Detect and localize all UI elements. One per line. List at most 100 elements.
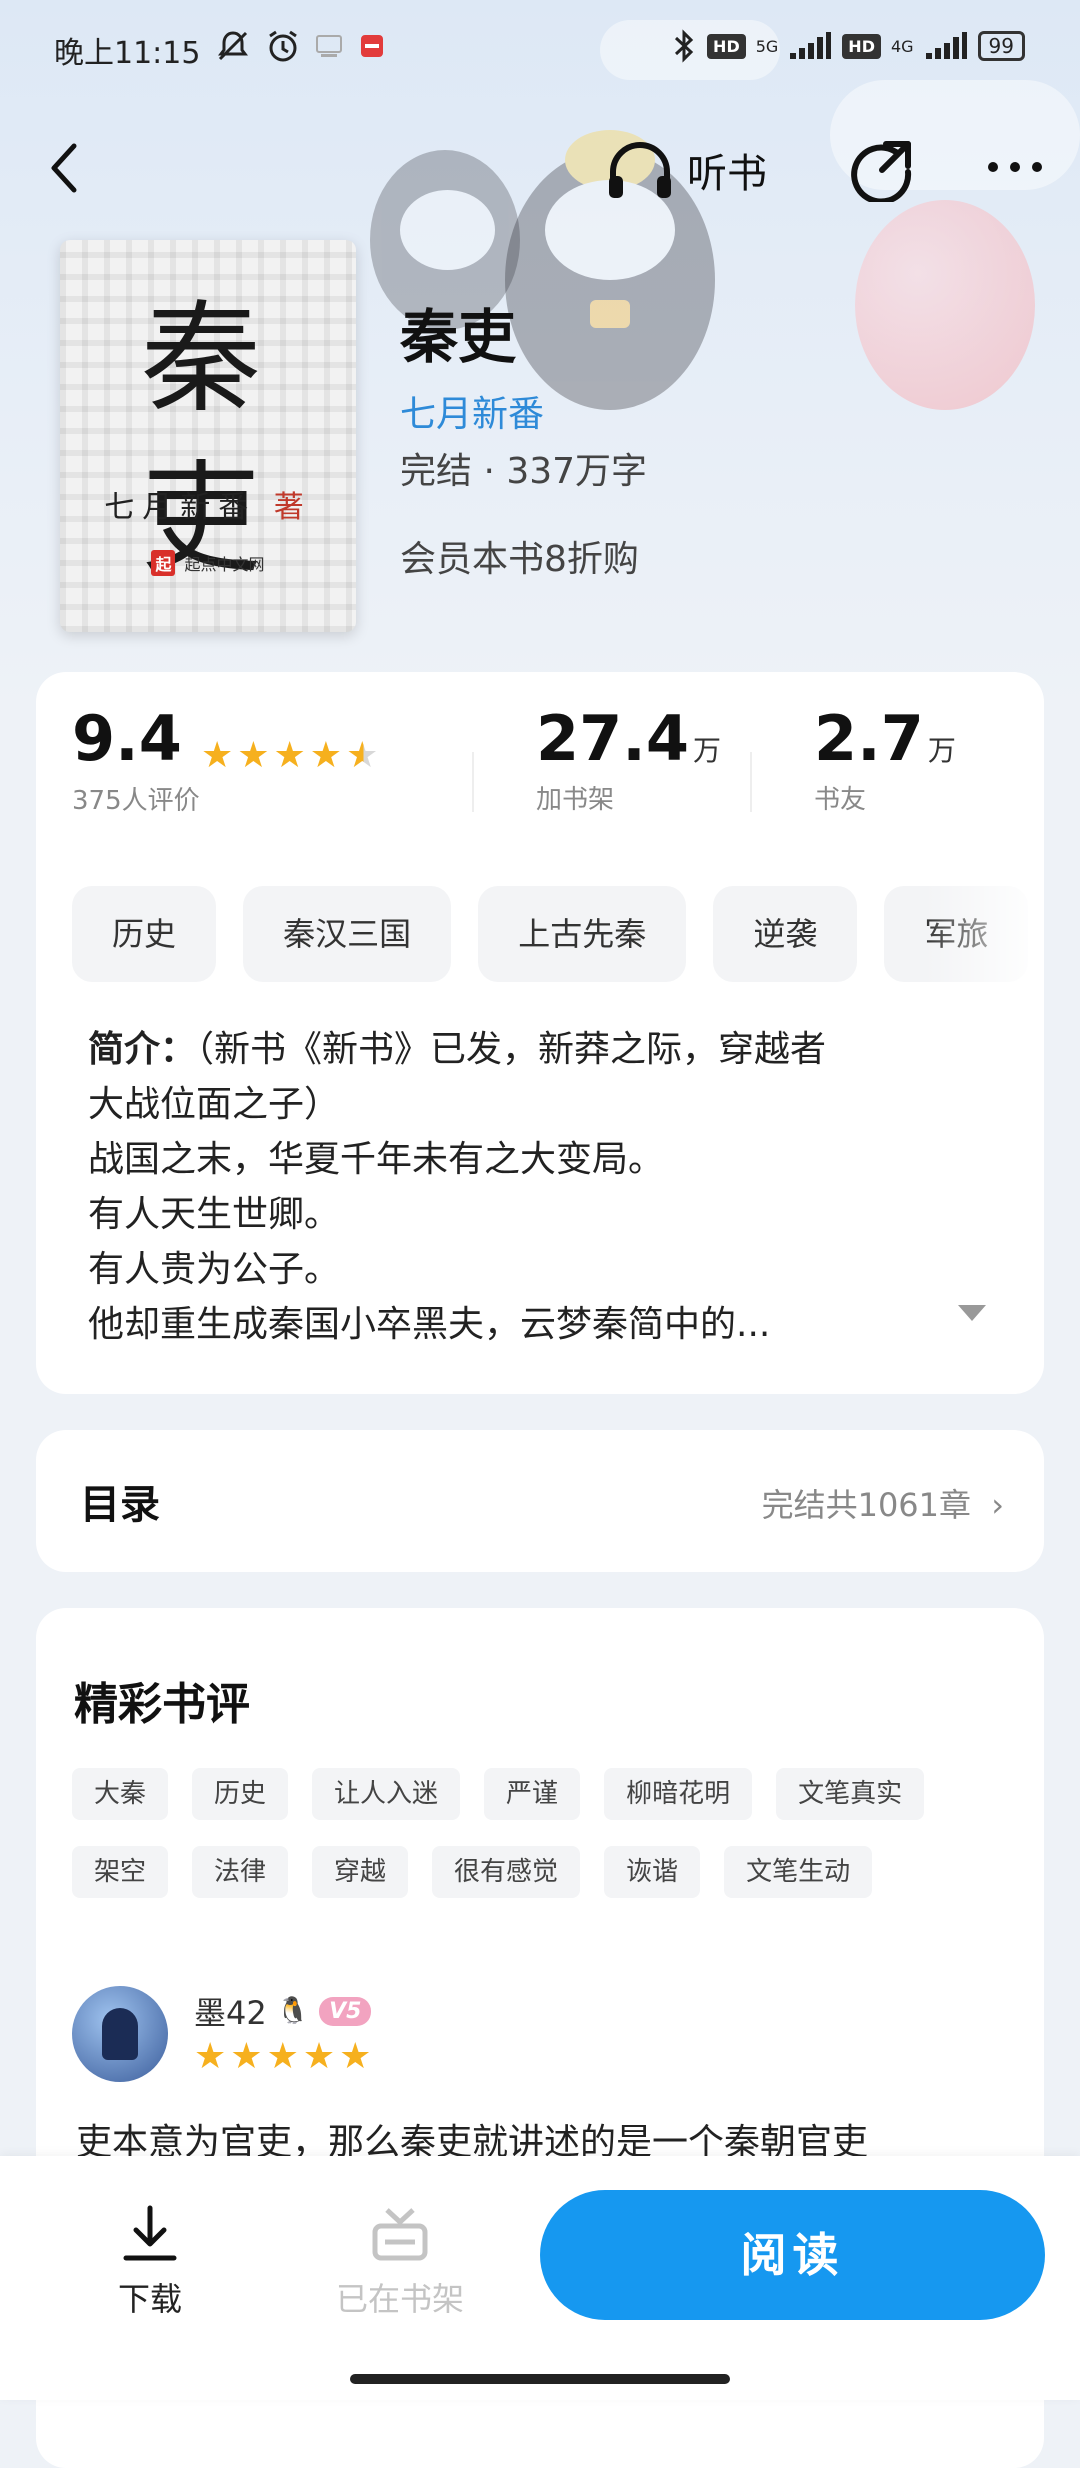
cover-author-name: 七月新番 [104, 490, 257, 525]
genre-tags: 历史 秦汉三国 上古先秦 逆袭 军旅 [72, 886, 1044, 982]
rating-stat[interactable]: 9.4 ★ ★ ★ ★ ★ 375人评价 [72, 702, 378, 817]
shelf-count: 27.4 [536, 702, 689, 775]
vip-level-badge: V5 [319, 1996, 372, 2026]
intro-line: 有人贵为公子。 [88, 1249, 341, 1290]
toc-card[interactable]: 目录 完结共1061章 › [36, 1430, 1044, 1572]
rating-count: 375人评价 [72, 786, 200, 816]
more-options-icon[interactable] [985, 152, 1045, 182]
stats-divider [472, 752, 474, 812]
rating-stars: ★ ★ ★ ★ ★ [201, 735, 378, 776]
share-icon[interactable] [850, 138, 914, 202]
listen-button[interactable]: 听书 [605, 135, 767, 205]
star-icon: ★ [237, 735, 270, 776]
penguin-badge-icon: 🐧 [276, 1996, 310, 2026]
status-right-icons: HD 5G HD 4G 99 [671, 28, 1025, 64]
review-tag[interactable]: 柳暗花明 [604, 1768, 753, 1820]
read-button[interactable]: 阅读 [540, 2190, 1045, 2320]
rating-value: 9.4 [72, 702, 182, 775]
review-tag[interactable]: 穿越 [312, 1846, 409, 1898]
status-time: 晚上11:15 [54, 36, 201, 71]
chevron-right-icon: › [991, 1486, 1004, 1524]
genre-tag[interactable]: 上古先秦 [478, 886, 687, 982]
signal-icon [925, 32, 967, 59]
fans-count: 2.7 [814, 702, 924, 775]
shelf-unit: 万 [692, 734, 721, 767]
cover-author: 七月新番 著 [60, 482, 356, 526]
star-icon: ★ [194, 2036, 227, 2077]
intro-line: 他却重生成秦国小卒黑夫，云梦秦简中的... [88, 1304, 771, 1345]
review-tag[interactable]: 历史 [192, 1768, 289, 1820]
fans-label: 书友 [814, 785, 867, 815]
reviewer-name: 墨42 [194, 1994, 267, 2032]
listen-label: 听书 [687, 151, 767, 197]
book-status-words: 完结 · 337万字 [400, 451, 648, 492]
reviewer-stars: ★ ★ ★ ★ ★ [194, 2036, 371, 2077]
review-tag[interactable]: 让人入迷 [312, 1768, 461, 1820]
screen-icon [316, 35, 342, 57]
author-link[interactable]: 七月新番 [400, 385, 544, 437]
star-icon: ★ [273, 735, 306, 776]
bell-muted-icon [218, 31, 248, 61]
cover-publisher-name: 起点中文网 [184, 555, 265, 574]
tags-fade [924, 886, 1044, 982]
bottom-action-bar: 下载 已在书架 阅读 [0, 2156, 1080, 2400]
genre-tag[interactable]: 秦汉三国 [243, 886, 452, 982]
hd-badge: HD [707, 33, 746, 59]
publisher-logo-icon: 起 [151, 550, 176, 576]
expand-caret-icon[interactable] [958, 1305, 986, 1321]
star-icon: ★ [339, 2036, 372, 2077]
bookshelf-icon [372, 2208, 428, 2261]
book-cover[interactable]: 秦吏 七月新番 著 起 起点中文网 [60, 240, 356, 632]
stats-divider [750, 752, 752, 812]
network-type-2: 4G [890, 36, 914, 56]
intro-line: （新书《新书》已发，新莽之际，穿越者 [196, 1029, 827, 1070]
intro-heading: 简介： [88, 1029, 197, 1070]
star-icon: ★ [200, 735, 234, 776]
review-tag[interactable]: 文笔真实 [776, 1768, 925, 1820]
fans-unit: 万 [927, 734, 956, 767]
review-tag[interactable]: 法律 [192, 1846, 289, 1898]
shelf-stat: 27.4 万 加书架 [536, 702, 721, 816]
review-tag[interactable]: 文笔生动 [724, 1846, 873, 1898]
review-tags: 大秦 历史 让人入迷 严谨 柳暗花明 文笔真实 架空 法律 穿越 很有感觉 诙谐 文笔生动 [72, 1768, 1012, 1924]
intro-line: 有人天生世卿。 [88, 1194, 341, 1235]
intro-line: 战国之末，华夏千年未有之大变局。 [88, 1139, 665, 1180]
cover-title: 秦吏 [141, 290, 275, 589]
toc-title: 目录 [80, 1482, 160, 1528]
shelf-label: 加书架 [536, 785, 615, 815]
review-tag[interactable]: 大秦 [72, 1768, 169, 1820]
app-notification-icon [361, 35, 383, 57]
download-label: 下载 [117, 2280, 182, 2318]
bluetooth-icon [675, 29, 694, 63]
balloon-decoration [855, 200, 1035, 410]
signal-icon [790, 32, 832, 59]
back-arrow-icon[interactable] [40, 138, 90, 198]
fans-stat[interactable]: 2.7 万 书友 [814, 702, 956, 816]
member-promo[interactable]: 会员本书8折购 [400, 530, 639, 582]
book-title: 秦吏 [400, 303, 517, 371]
book-intro[interactable]: 简介：（新书《新书》已发，新莽之际，穿越者 大战位面之子） 战国之末，华夏千年未… [88, 1022, 988, 1352]
download-icon [123, 2205, 177, 2261]
genre-tag[interactable]: 历史 [72, 886, 217, 982]
reviewer-avatar[interactable] [72, 1986, 168, 2082]
review-tag[interactable]: 很有感觉 [432, 1846, 581, 1898]
stats-row: 9.4 ★ ★ ★ ★ ★ 375人评价 27.4 万 加书架 2.7 万 书友 [72, 702, 1012, 822]
book-info-card: 9.4 ★ ★ ★ ★ ★ 375人评价 27.4 万 加书架 2.7 万 书友… [36, 672, 1044, 1394]
in-shelf-label: 已在书架 [335, 2280, 464, 2318]
review-tag[interactable]: 严谨 [484, 1768, 581, 1820]
network-type-1: 5G [755, 36, 779, 56]
star-icon: ★ [309, 735, 343, 776]
battery-indicator: 99 [977, 31, 1025, 61]
reviewer-name-row[interactable]: 墨42 🐧 V5 [194, 1988, 372, 2034]
home-indicator[interactable] [350, 2374, 730, 2384]
star-icon: ★ [302, 2036, 336, 2077]
toc-chapter-count: 完结共1061章 [761, 1486, 972, 1524]
review-tag[interactable]: 架空 [72, 1846, 169, 1898]
review-tag[interactable]: 诙谐 [604, 1846, 701, 1898]
headphones-icon [609, 142, 671, 198]
download-button[interactable]: 下载 [100, 2202, 200, 2320]
in-shelf-button[interactable]: 已在书架 [320, 2202, 480, 2320]
genre-tag[interactable]: 逆袭 [713, 886, 858, 982]
toc-info: 完结共1061章 › [762, 1480, 1004, 1526]
star-icon: ★ [266, 2036, 299, 2077]
